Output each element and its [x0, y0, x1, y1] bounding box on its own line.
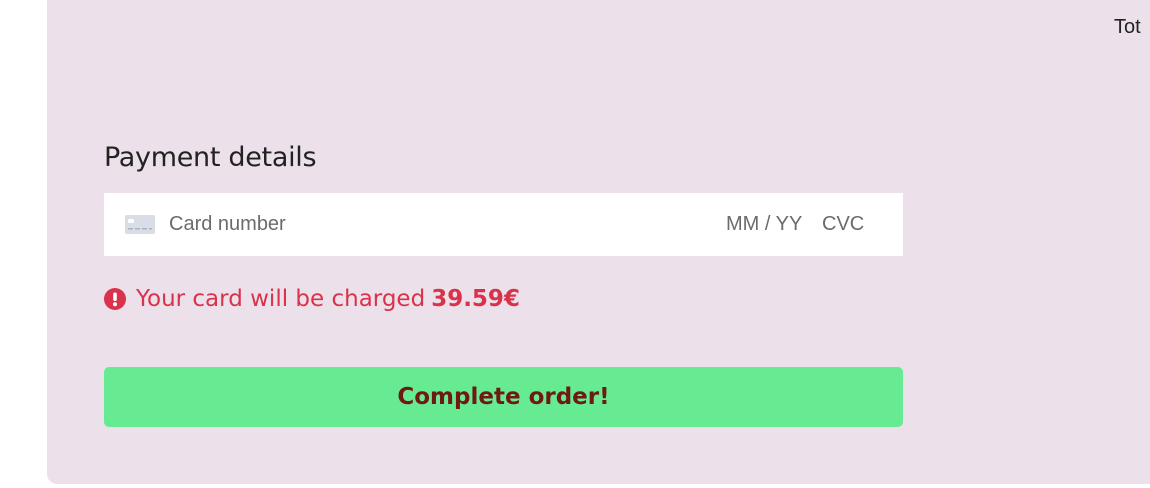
expiry-input[interactable] — [726, 213, 812, 236]
cvc-input[interactable] — [822, 213, 882, 236]
payment-details-title: Payment details — [104, 142, 317, 173]
exclamation-circle-icon — [104, 288, 126, 310]
card-number-input[interactable] — [169, 213, 589, 236]
credit-card-icon — [125, 215, 155, 234]
card-input-field[interactable] — [104, 193, 903, 256]
charge-notice-text: Your card will be charged — [136, 286, 426, 312]
charge-notice: Your card will be charged 39.59€ — [104, 286, 520, 312]
complete-order-button[interactable]: Complete order! — [104, 367, 903, 427]
total-label: Tot — [1114, 16, 1141, 38]
charge-amount: 39.59€ — [431, 286, 520, 312]
